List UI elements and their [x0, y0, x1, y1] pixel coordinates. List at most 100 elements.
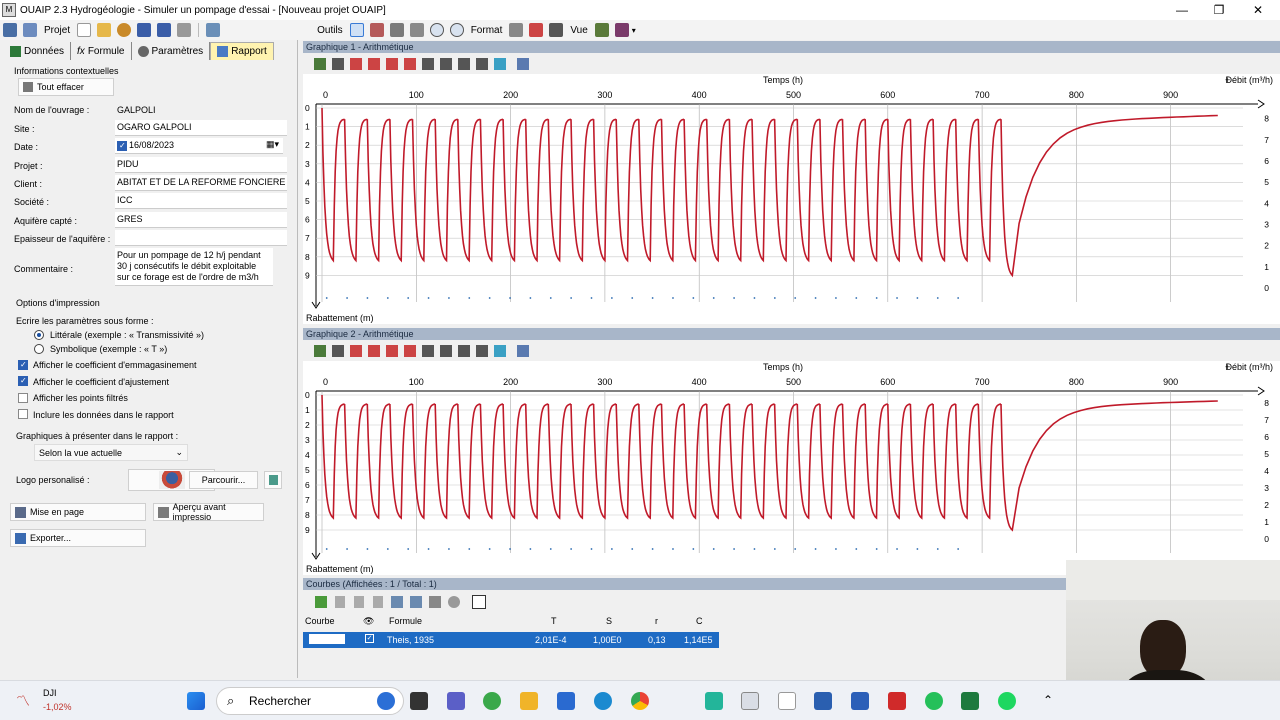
tab-formule[interactable]: fx Formule	[71, 42, 132, 60]
graph-tool-icon[interactable]	[458, 345, 470, 357]
graph-tool-icon[interactable]	[368, 345, 380, 357]
view-options-icon[interactable]	[614, 23, 629, 37]
arrow-up-icon[interactable]	[335, 596, 345, 608]
graph-tool-icon[interactable]	[476, 58, 488, 70]
ouaip-icon[interactable]	[741, 692, 759, 710]
graph-tool-icon[interactable]	[440, 58, 452, 70]
windows-start-icon[interactable]	[187, 692, 205, 710]
measure-icon[interactable]	[389, 23, 404, 37]
arrow-down-icon[interactable]	[354, 596, 364, 608]
excel-icon[interactable]	[961, 692, 979, 710]
copy-icon[interactable]	[517, 345, 529, 357]
graph-tool-icon[interactable]	[314, 58, 326, 70]
pump-icon[interactable]	[117, 23, 132, 37]
chevron-up-icon[interactable]: ⌃	[1043, 693, 1053, 707]
societe-field[interactable]: ICC	[115, 193, 287, 209]
graph-tool-icon[interactable]	[494, 58, 506, 70]
graph-tool-icon[interactable]	[368, 58, 380, 70]
acrobat-icon[interactable]	[888, 692, 906, 710]
tab-donnees[interactable]: Données	[4, 42, 72, 60]
menu-projet[interactable]: Projet	[44, 25, 70, 36]
print-icon[interactable]	[177, 23, 192, 37]
tools-icon[interactable]	[23, 23, 37, 37]
graph-tool-icon[interactable]	[386, 58, 398, 70]
table-view-icon[interactable]	[472, 595, 486, 609]
date-checkbox[interactable]	[117, 141, 127, 151]
qgis-icon[interactable]	[483, 692, 501, 710]
zoom-in-icon[interactable]	[429, 23, 444, 37]
graph-tool-icon[interactable]	[458, 58, 470, 70]
projet-field[interactable]: PIDU	[115, 157, 287, 173]
add-curve-icon[interactable]	[315, 596, 327, 608]
date-field[interactable]: 16/08/2023 ▦▾	[115, 138, 283, 154]
ipi-icon[interactable]	[814, 692, 832, 710]
graph-tool-icon[interactable]	[404, 58, 416, 70]
paste-icon[interactable]	[410, 596, 422, 608]
settings-icon[interactable]	[3, 23, 17, 37]
menu-vue[interactable]: Vue	[570, 25, 587, 36]
browse-button[interactable]: Parcourir...	[189, 471, 258, 489]
teams-icon[interactable]	[447, 692, 465, 710]
minimize-button[interactable]: —	[1172, 2, 1192, 18]
view-icon[interactable]	[594, 23, 609, 37]
legend-icon[interactable]	[529, 23, 544, 37]
checkbox-ajustement[interactable]	[18, 376, 28, 386]
clear-all-button[interactable]: Tout effacer	[18, 78, 114, 96]
open-folder-icon[interactable]	[97, 23, 112, 37]
notepad-icon[interactable]	[778, 692, 796, 710]
radio-symbolique[interactable]	[34, 344, 44, 354]
zoom-out-icon[interactable]	[449, 23, 464, 37]
graph2-plot[interactable]: Temps (h) + Débit (m³/h) Rabattement (m) 0 10…	[303, 361, 1280, 575]
close-button[interactable]: ✕	[1248, 2, 1268, 18]
delete-icon[interactable]	[429, 596, 441, 608]
copy-icon[interactable]	[517, 58, 529, 70]
graph-tool-icon[interactable]	[350, 58, 362, 70]
site-field[interactable]: OGARO GALPOLI	[115, 120, 287, 136]
word-icon[interactable]	[851, 692, 869, 710]
link-icon[interactable]	[409, 23, 424, 37]
checkbox-emmagasinement[interactable]	[18, 360, 28, 370]
store-icon[interactable]	[557, 692, 575, 710]
graph-tool-icon[interactable]	[332, 58, 344, 70]
window-icon[interactable]	[206, 23, 221, 37]
graph-tool-icon[interactable]	[422, 58, 434, 70]
graph-tool-icon[interactable]	[422, 345, 434, 357]
edge-icon[interactable]	[594, 692, 612, 710]
graph-tool-icon[interactable]	[314, 345, 326, 357]
graph-tool-icon[interactable]	[476, 345, 488, 357]
clear-icon[interactable]	[448, 596, 460, 608]
graph-tool-icon[interactable]	[404, 345, 416, 357]
tab-parametres[interactable]: Paramètres	[132, 42, 211, 60]
new-file-icon[interactable]	[77, 23, 92, 37]
graphs-select[interactable]: Selon la vue actuelle ⌄	[34, 444, 188, 461]
checkbox-inclure-donnees[interactable]	[18, 409, 28, 419]
search-box[interactable]: ⌕ Rechercher	[216, 687, 404, 715]
page-setup-button[interactable]: Mise en page	[10, 503, 146, 521]
radio-litterale[interactable]	[34, 330, 44, 340]
graph-tool-icon[interactable]	[332, 345, 344, 357]
calendar-icon[interactable]: ▦▾	[266, 139, 279, 150]
grid-icon[interactable]	[509, 23, 524, 37]
copy-icon[interactable]	[391, 596, 403, 608]
spotify-icon[interactable]	[998, 692, 1016, 710]
save-as-icon[interactable]	[157, 23, 172, 37]
graph-tool-icon[interactable]	[386, 345, 398, 357]
pen-icon[interactable]	[369, 23, 384, 37]
file-explorer-icon[interactable]	[520, 692, 538, 710]
commentaire-field[interactable]: Pour un pompage de 12 h/j pendant 30 j c…	[115, 248, 273, 286]
chevron-down-icon[interactable]: ▾	[632, 26, 636, 35]
menu-format[interactable]: Format	[471, 25, 503, 36]
graph-tool-icon[interactable]	[350, 345, 362, 357]
delete-logo-button[interactable]	[264, 471, 282, 489]
print-preview-button[interactable]: Aperçu avant impressio	[153, 502, 264, 522]
aquifere-field[interactable]: GRES	[115, 212, 287, 228]
visible-checkbox[interactable]: ✓	[365, 634, 374, 643]
tab-rapport[interactable]: Rapport	[210, 42, 274, 60]
export-button[interactable]: Exporter...	[10, 529, 146, 547]
graph-tool-icon[interactable]	[494, 345, 506, 357]
table-row[interactable]: ✓ Theis, 1935 2,01E-4 1,00E0 0,13 1,14E5	[303, 632, 719, 648]
graph1-plot[interactable]: Temps (h) + Débit (m³/h) Rabattement (m) 0 10…	[303, 74, 1280, 324]
filter-icon[interactable]	[549, 23, 564, 37]
client-field[interactable]: ABITAT ET DE LA REFORME FONCIERE	[115, 175, 287, 191]
whatsapp-icon[interactable]	[925, 692, 943, 710]
